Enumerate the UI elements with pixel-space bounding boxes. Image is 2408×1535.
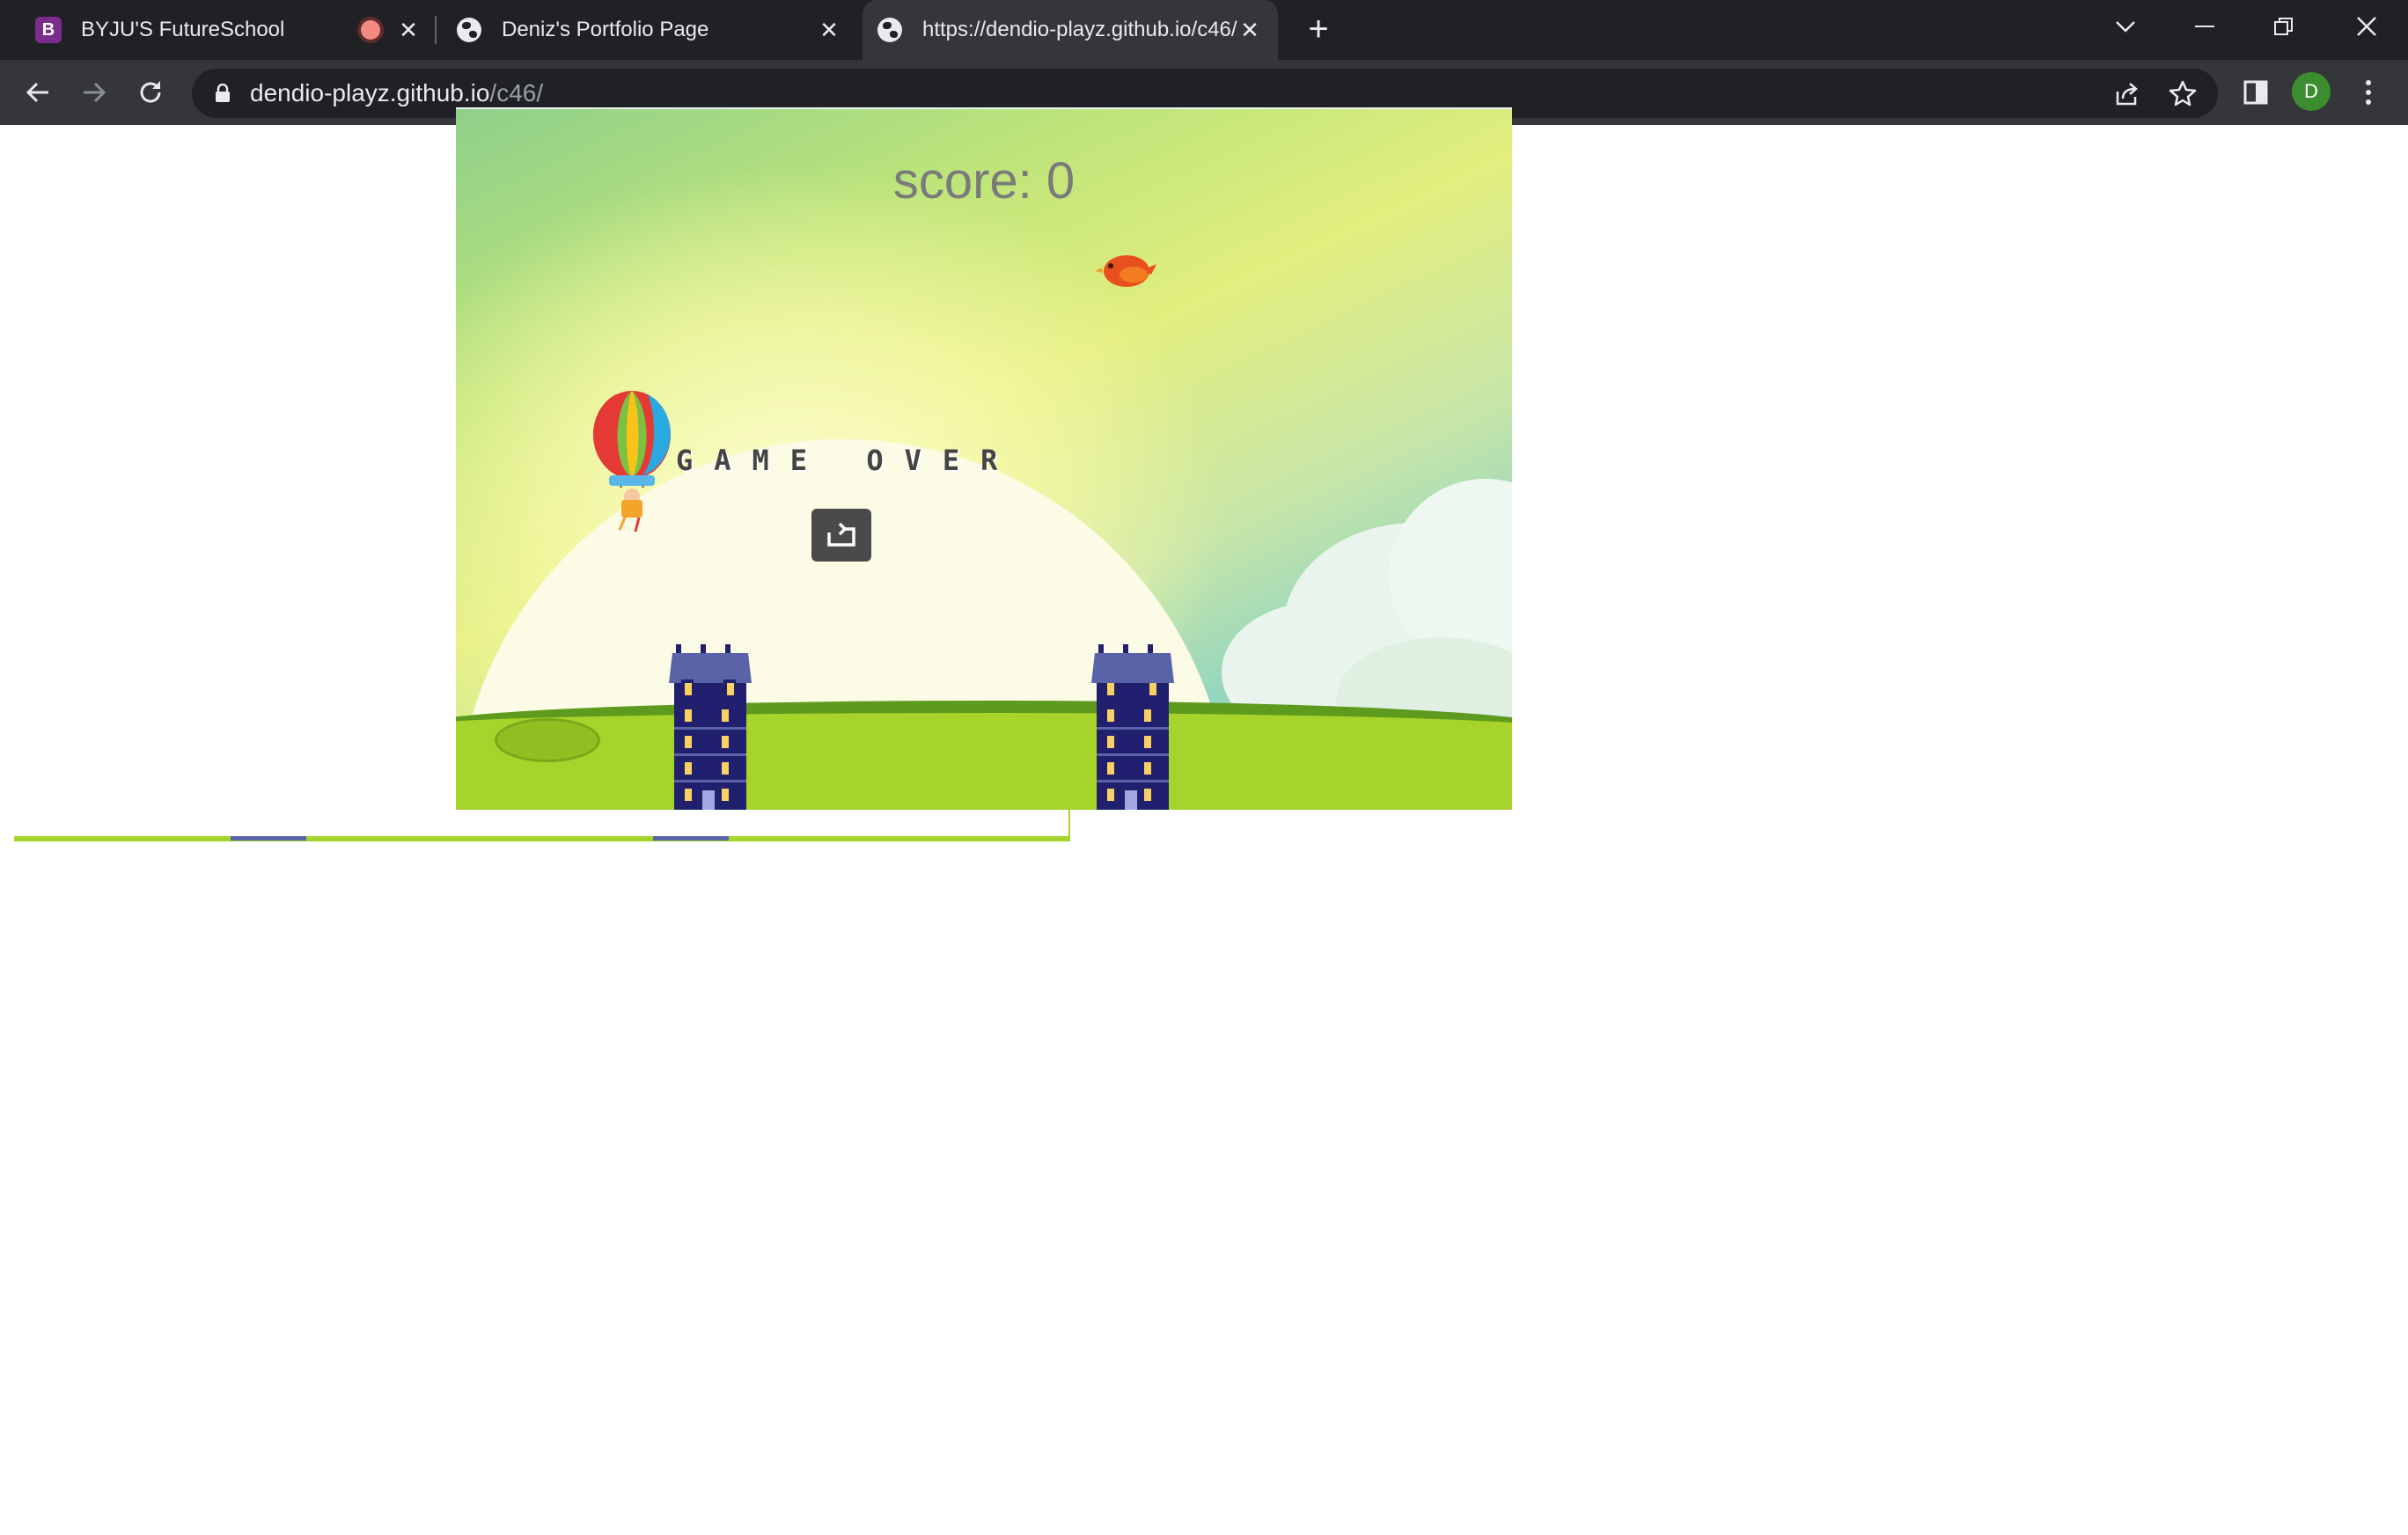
bird-sprite xyxy=(1095,255,1156,287)
menu-button[interactable] xyxy=(2346,70,2390,114)
tab-title: BYJU'S FutureSchool xyxy=(81,18,285,41)
new-tab-button[interactable]: + xyxy=(1301,11,1336,48)
reload-button[interactable] xyxy=(128,70,173,114)
share-icon[interactable] xyxy=(2112,79,2140,112)
restore-button[interactable] xyxy=(2253,0,2315,53)
close-tab-icon[interactable]: ✕ xyxy=(1236,16,1264,44)
building-obstacle xyxy=(669,644,752,810)
tab-strip: B BYJU'S FutureSchool ✕ Deniz's Portfoli… xyxy=(0,0,2408,60)
tab-title: Deniz's Portfolio Page xyxy=(502,18,709,41)
game-over-text: GAME OVER xyxy=(676,444,1019,477)
close-window-button[interactable] xyxy=(2336,0,2397,53)
url-path: /c46/ xyxy=(489,79,544,106)
forward-button[interactable] xyxy=(72,70,116,114)
minimize-button[interactable] xyxy=(2174,0,2235,53)
profile-avatar[interactable]: D xyxy=(2292,72,2331,111)
game-canvas[interactable]: score: 0 GAME OVER xyxy=(456,109,1512,810)
globe-icon xyxy=(877,17,903,43)
side-panel-icon xyxy=(2243,80,2268,105)
duplicate-building-base xyxy=(231,836,306,841)
close-tab-icon[interactable]: ✕ xyxy=(815,16,843,44)
close-tab-icon[interactable]: ✕ xyxy=(394,16,422,44)
hot-air-balloon-player xyxy=(592,391,672,532)
byjus-icon: B xyxy=(35,17,62,43)
recording-icon xyxy=(361,20,380,40)
tab-portfolio[interactable]: Deniz's Portfolio Page ✕ xyxy=(438,0,861,60)
more-vert-icon xyxy=(2366,80,2371,105)
tab-search-icon[interactable] xyxy=(2095,0,2156,53)
score-text: score: 0 xyxy=(892,152,1076,209)
tab-active-game[interactable]: https://dendio-playz.github.io/c46/ ✕ xyxy=(863,0,1278,60)
tab-separator xyxy=(435,16,437,44)
forward-arrow-icon xyxy=(84,82,106,103)
reload-icon xyxy=(140,81,161,103)
tab-title: https://dendio-playz.github.io/c46/ xyxy=(922,18,1237,41)
bookmark-star-icon[interactable] xyxy=(2169,79,2197,112)
url-host: dendio-playz.github.io xyxy=(250,79,490,106)
duplicate-canvas-strip xyxy=(14,836,1070,841)
building-obstacle xyxy=(1091,644,1174,810)
duplicate-canvas-edge xyxy=(1068,810,1070,841)
ground xyxy=(456,701,1512,810)
ground-hole xyxy=(495,718,600,762)
restart-button[interactable] xyxy=(811,509,871,562)
restart-icon xyxy=(827,522,855,547)
lock-icon xyxy=(216,84,230,102)
back-arrow-icon xyxy=(26,82,48,103)
side-panel-button[interactable] xyxy=(2234,70,2278,114)
back-button[interactable] xyxy=(16,70,60,114)
globe-icon xyxy=(456,17,482,43)
tab-byjus[interactable]: B BYJU'S FutureSchool ✕ xyxy=(0,0,431,60)
duplicate-building-base xyxy=(653,836,729,841)
